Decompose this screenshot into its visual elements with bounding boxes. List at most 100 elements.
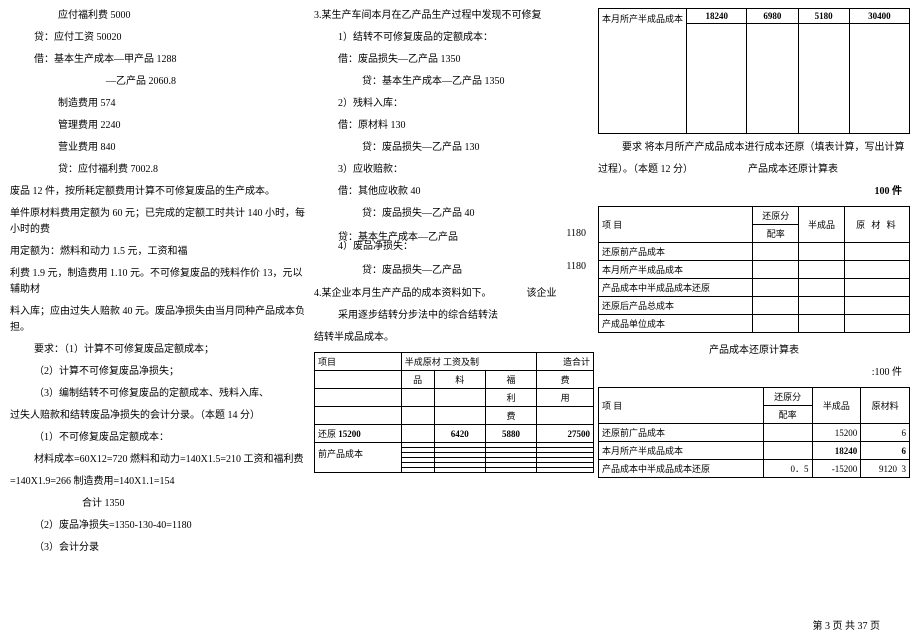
vert-label: 前产品成本 xyxy=(315,443,402,473)
cell xyxy=(401,425,434,443)
cell: 15200 xyxy=(812,424,861,442)
requirement: 要求：（1）计算不可修复废品定额成本； xyxy=(10,342,310,358)
sub-head: 2）残料入库： xyxy=(314,96,594,112)
th: 原 材 料 xyxy=(844,207,909,243)
th-sub: 福 xyxy=(485,371,536,389)
column-right: 本月所产半成品成本 18240 6980 5180 30400 要求 将本月所产… xyxy=(598,8,910,562)
entry-line: 贷：废品损失—乙产品 130 xyxy=(314,140,594,156)
cell xyxy=(763,442,812,460)
entry-line: 营业费用 840 xyxy=(10,140,310,156)
q4-tail: 该企业 xyxy=(527,288,557,299)
th-sub: 料 xyxy=(434,371,485,389)
cell: 6420 xyxy=(434,425,485,443)
cell: 18240 xyxy=(687,9,747,24)
cell: 5880 xyxy=(485,425,536,443)
th-sub: 利 xyxy=(485,389,536,407)
th: 项目 xyxy=(315,353,402,371)
entry-line: 借：原材料 130 xyxy=(314,118,594,134)
th: 半成原材 工资及制 xyxy=(401,353,537,371)
th: 半成品 xyxy=(812,388,861,424)
q4-line: 结转半成品成本。 xyxy=(314,330,594,346)
cell: 6980 xyxy=(747,9,798,24)
sub-head: 3）应收赔款： xyxy=(314,162,594,178)
table-title: 产品成本还原计算表 xyxy=(598,343,910,359)
cell: 15200 xyxy=(338,429,361,439)
row-label: 本月所产半成品成本 xyxy=(599,261,753,279)
entry-amount: 1180 xyxy=(566,228,586,243)
top-cost-table: 本月所产半成品成本 18240 6980 5180 30400 xyxy=(598,8,910,134)
unit-label: 100 件 xyxy=(598,184,910,200)
entry-line: 贷：应付工资 50020 xyxy=(10,30,310,46)
th: 项 目 xyxy=(599,207,753,243)
entry-line: 借：废品损失—乙产品 1350 xyxy=(314,52,594,68)
cell: -15200 xyxy=(812,460,861,478)
q4-head: 4.某企业本月生产产品的成本资料如下。 xyxy=(314,288,492,299)
row-label: 产品成本中半成品成本还原 xyxy=(599,460,764,478)
th: 原材料 xyxy=(861,388,910,424)
answer: （3）会计分录 xyxy=(10,540,310,556)
row-label: 还原后产品总成本 xyxy=(599,297,753,315)
sub-head: 1）结转不可修复废品的定额成本： xyxy=(314,30,594,46)
entry-line: 应付福利费 5000 xyxy=(10,8,310,24)
para: 料入库；应由过失人赔款 40 元。废品净损失由当月同种产品成本负担。 xyxy=(10,304,310,336)
cell xyxy=(763,424,812,442)
entry-line: 借：基本生产成本—甲产品 1288 xyxy=(10,52,310,68)
th-sub: 品 xyxy=(401,371,434,389)
para: 用定额为：燃料和动力 1.5 元，工资和福 xyxy=(10,244,310,260)
th-sub: 费 xyxy=(537,371,594,389)
th: 还原分 xyxy=(763,388,812,406)
requirement: （3）编制结转不可修复废品的定额成本、残料入库、 xyxy=(10,386,310,402)
th-sub: 配率 xyxy=(753,225,799,243)
vert-label: 本月所产半成品成本 xyxy=(599,9,687,134)
unit-label: :100 件 xyxy=(598,365,910,381)
answer: =140X1.9=266 制造费用=140X1.1=154 xyxy=(10,474,310,490)
requirement: 要求 将本月所产产成品成本进行成本还原（填表计算，写出计算 xyxy=(598,140,910,156)
row-label: 还原前产品成本 xyxy=(599,243,753,261)
row-label: 还原前广品成本 xyxy=(599,424,764,442)
entry-line: 贷：应付福利费 7002.8 xyxy=(10,162,310,178)
th: 造合计 xyxy=(537,353,594,371)
para: 过失人赔款和结转废品净损失的会计分录。（本题 14 分） xyxy=(10,408,310,424)
row-label: 产品成本中半成品成本还原 xyxy=(599,279,753,297)
cell: 0．5 xyxy=(763,460,812,478)
th-sub: 费 xyxy=(485,407,536,425)
cell: 3 xyxy=(902,464,907,474)
entry-line: 借：其他应收款 40 xyxy=(314,184,594,200)
answer: 合计 1350 xyxy=(10,496,310,512)
answer: 材料成本=60X12=720 燃料和动力=140X1.5=210 工资和福利费 xyxy=(10,452,310,468)
answer: （1）不可修复废品定额成本： xyxy=(10,430,310,446)
entry-amount: 1180 xyxy=(566,261,586,276)
q4-line: 采用逐步结转分步法中的综合结转法 xyxy=(314,308,594,324)
cell: 6 xyxy=(861,424,910,442)
restore-table-blank: 项 目 还原分 半成品 原 材 料 配率 还原前产品成本 本月所产半成品成本 产… xyxy=(598,206,910,333)
requirement: 过程）。（本题 12 分） 产品成本还原计算表 xyxy=(598,162,910,178)
cell: 5180 xyxy=(798,9,849,24)
entry-line: 制造费用 574 xyxy=(10,96,310,112)
half-product-table: 项目 半成原材 工资及制 造合计 品 料 福 费 利 用 费 xyxy=(314,352,594,473)
cell: 9120 xyxy=(879,464,897,474)
page-footer: 第 3 页 共 37 页 xyxy=(813,617,881,632)
para: 废品 12 件，按所耗定额费用计算不可修复废品的生产成本。 xyxy=(10,184,310,200)
row-label: 产成品单位成本 xyxy=(599,315,753,333)
th-sub: 配率 xyxy=(763,406,812,424)
th: 还原分 xyxy=(753,207,799,225)
q3-head: 3.某生产车间本月在乙产品生产过程中发现不可修复 xyxy=(314,8,594,24)
entry-line: 贷：废品损失—乙产品 xyxy=(362,261,462,276)
para: 利费 1.9 元，制造费用 1.10 元。不可修复废品的残料作价 13，元以辅助… xyxy=(10,266,310,298)
requirement: （2）计算不可修复废品净损失； xyxy=(10,364,310,380)
column-middle: 3.某生产车间本月在乙产品生产过程中发现不可修复 1）结转不可修复废品的定额成本… xyxy=(314,8,594,562)
row-label: 本月所产半成品成本 xyxy=(599,442,764,460)
entry-line: —乙产品 2060.8 xyxy=(10,74,310,90)
para: 单件原材料费用定额为 60 元；已完成的定额工时共计 140 小时，每小时的费 xyxy=(10,206,310,238)
restore-table-filled: 项 目 还原分 半成品 原材料 配率 还原前广品成本 15200 6 本月所产半… xyxy=(598,387,910,478)
entry-line: 管理费用 2240 xyxy=(10,118,310,134)
table-title: 产品成本还原计算表 xyxy=(748,164,838,175)
th-sub: 用 xyxy=(537,389,594,407)
entry-line: 贷：基本生产成本—乙产品 1350 xyxy=(314,74,594,90)
column-left: 应付福利费 5000 贷：应付工资 50020 借：基本生产成本—甲产品 128… xyxy=(10,8,310,562)
th: 半成品 xyxy=(799,207,845,243)
cell: 18240 xyxy=(812,442,861,460)
th: 项 目 xyxy=(599,388,764,424)
cell: 30400 xyxy=(849,9,909,24)
answer: （2）废品净损失=1350-130-40=1180 xyxy=(10,518,310,534)
